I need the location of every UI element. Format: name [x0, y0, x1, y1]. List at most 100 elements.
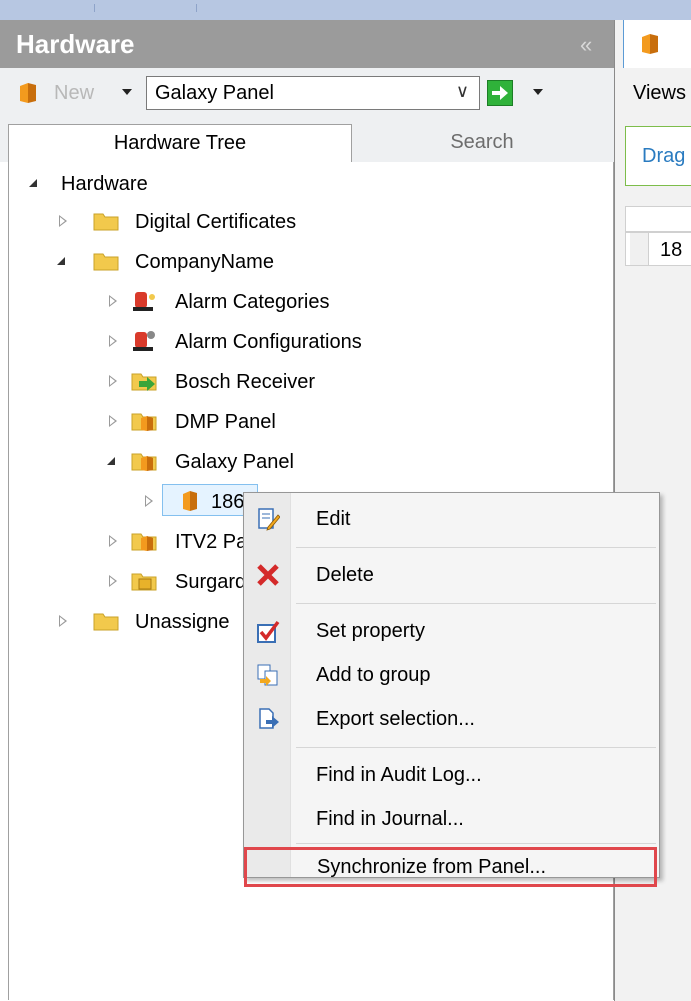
tree-node-bosch-receiver[interactable]: Bosch Receiver: [103, 366, 423, 396]
drag-column-area[interactable]: Drag: [625, 126, 691, 186]
expanded-arrow-icon[interactable]: [107, 457, 115, 465]
menu-separator: [296, 547, 656, 548]
tree-node-dmp-panel[interactable]: DMP Panel: [103, 406, 423, 436]
collapsed-arrow-icon[interactable]: [145, 495, 153, 507]
go-dropdown-arrow-icon[interactable]: [533, 89, 543, 95]
top-strip: [0, 0, 691, 20]
chevron-down-icon[interactable]: ∨: [456, 81, 469, 102]
pane-tabs: Hardware Tree Search: [0, 118, 614, 162]
menu-item-label: Synchronize from Panel...: [317, 856, 546, 878]
menu-item-label: Find in Audit Log...: [316, 764, 482, 786]
folder-icon: [93, 213, 119, 231]
go-button[interactable]: [487, 80, 513, 106]
hardware-type-select[interactable]: Galaxy Panel ∨: [146, 76, 480, 110]
menu-item-find-journal[interactable]: Find in Journal...: [246, 799, 657, 839]
tree-node-label: Alarm Configurations: [175, 331, 362, 353]
receiver-folder-icon: [131, 373, 157, 391]
tree-node-companyname[interactable]: CompanyName: [53, 246, 373, 276]
alarm-config-icon: [133, 331, 155, 351]
tree-node-label: Bosch Receiver: [175, 371, 316, 393]
strip-tick: [94, 4, 95, 12]
menu-item-label: Set property: [316, 620, 425, 642]
tree-node-label: ITV2 Pa: [175, 531, 248, 553]
panel-folder-icon: [131, 413, 157, 431]
panel-folder-icon: [131, 453, 157, 471]
menu-item-label: Find in Journal...: [316, 808, 464, 830]
grid-header: [625, 206, 691, 232]
tree-node-hardware[interactable]: Hardware: [21, 168, 221, 198]
menu-item-delete[interactable]: Delete: [246, 555, 657, 595]
tree-node-label: CompanyName: [135, 251, 274, 273]
collapsed-arrow-icon[interactable]: [59, 615, 67, 627]
menu-item-label: Delete: [316, 564, 374, 586]
menu-item-label: Add to group: [316, 664, 431, 686]
menu-item-label: Export selection...: [316, 708, 475, 730]
folder-icon: [93, 613, 119, 631]
menu-item-export-selection[interactable]: Export selection...: [246, 699, 657, 739]
row-value: 18: [660, 239, 683, 261]
tree-node-label: Surgard: [175, 571, 247, 593]
menu-separator: [296, 843, 656, 844]
menu-item-label: Edit: [316, 508, 351, 530]
checkbox-check-icon: [257, 620, 280, 643]
pane-header: Hardware «: [0, 20, 614, 68]
menu-separator: [296, 603, 656, 604]
table-row[interactable]: 18: [625, 232, 691, 266]
tab-hardware-tree[interactable]: Hardware Tree: [8, 124, 352, 162]
menu-item-edit[interactable]: Edit: [246, 499, 657, 539]
menu-item-find-audit-log[interactable]: Find in Audit Log...: [246, 755, 657, 795]
folder-icon: [93, 253, 119, 271]
tree-node-label: Digital Certificates: [135, 211, 297, 233]
receiver-folder-icon: [131, 573, 157, 591]
strip-tick: [196, 4, 197, 12]
pane-title: Hardware: [16, 29, 135, 59]
menu-separator: [296, 747, 656, 748]
menu-item-add-to-group[interactable]: Add to group: [246, 655, 657, 695]
new-dropdown-arrow-icon[interactable]: [122, 89, 132, 95]
panel-folder-icon: [131, 533, 157, 551]
tree-node-label: Unassigne: [135, 611, 230, 633]
tree-node-digital-certificates[interactable]: Digital Certificates: [53, 206, 373, 236]
tree-node-label: Galaxy Panel: [175, 451, 294, 473]
context-menu: Edit Delete Set property Add to group Ex…: [243, 492, 660, 887]
edit-icon: [258, 508, 280, 531]
collapse-pane-icon[interactable]: «: [580, 32, 592, 58]
panel-icon: [642, 34, 658, 54]
export-icon: [259, 708, 279, 729]
tree-node-label: DMP Panel: [175, 411, 276, 433]
tree-node-panel-186[interactable]: 186: [139, 486, 259, 516]
tree-node-label: 186: [211, 491, 245, 513]
collapsed-arrow-icon[interactable]: [109, 295, 117, 307]
arrow-right-icon: [492, 86, 508, 100]
panel-icon: [20, 83, 36, 103]
collapsed-arrow-icon[interactable]: [109, 335, 117, 347]
collapsed-arrow-icon[interactable]: [109, 535, 117, 547]
tab-search[interactable]: Search: [356, 124, 608, 162]
expanded-arrow-icon[interactable]: [29, 179, 37, 187]
toolbar: New Galaxy Panel ∨: [0, 68, 614, 118]
add-to-group-icon: [257, 664, 278, 686]
alarm-bell-icon: [133, 292, 155, 311]
menu-item-set-property[interactable]: Set property: [246, 611, 657, 651]
collapsed-arrow-icon[interactable]: [109, 415, 117, 427]
menu-item-synchronize-from-panel[interactable]: Synchronize from Panel...: [244, 847, 657, 887]
collapsed-arrow-icon[interactable]: [109, 575, 117, 587]
tree-node-itv2[interactable]: ITV2 Pa: [103, 526, 253, 556]
hardware-type-value: Galaxy Panel: [155, 82, 274, 104]
tree-node-alarm-categories[interactable]: Alarm Categories: [103, 286, 423, 316]
panel-icon: [183, 491, 197, 511]
collapsed-arrow-icon[interactable]: [109, 375, 117, 387]
row-selector[interactable]: [630, 233, 649, 265]
tree-node-unassigned[interactable]: Unassigne: [53, 606, 253, 636]
drag-hint-text: Drag: [642, 145, 686, 167]
expanded-arrow-icon[interactable]: [57, 257, 65, 265]
views-menu[interactable]: Views: [633, 82, 686, 105]
tree-node-alarm-configurations[interactable]: Alarm Configurations: [103, 326, 423, 356]
tree-node-surgard[interactable]: Surgard: [103, 566, 253, 596]
new-button[interactable]: New: [54, 82, 94, 105]
tree-node-label: Hardware: [61, 173, 148, 195]
collapsed-arrow-icon[interactable]: [59, 215, 67, 227]
right-tab[interactable]: [623, 20, 691, 68]
tree-node-galaxy-panel[interactable]: Galaxy Panel: [103, 446, 423, 476]
tree-node-label: Alarm Categories: [175, 291, 330, 313]
